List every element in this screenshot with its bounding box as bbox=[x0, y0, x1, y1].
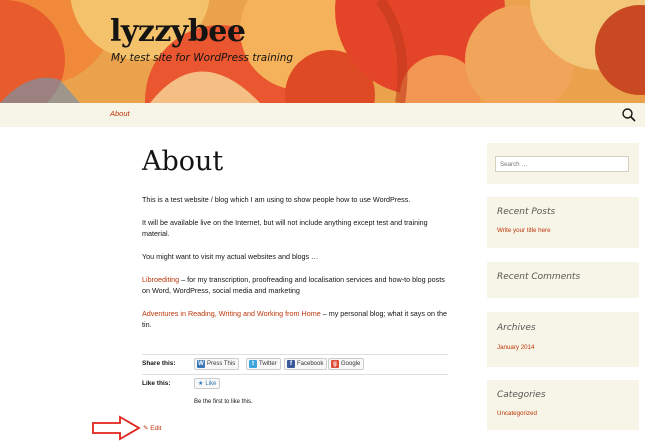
libroediting-link[interactable]: Libroediting bbox=[142, 275, 179, 284]
press-this-icon: W bbox=[197, 360, 205, 368]
paragraph-text: – for my transcription, proofreading and… bbox=[142, 275, 445, 295]
paragraph: Libroediting – for my transcription, pro… bbox=[142, 274, 452, 296]
site-header: lyzzybee My test site for WordPress trai… bbox=[0, 0, 645, 103]
category-link[interactable]: Uncategorized bbox=[497, 410, 537, 417]
categories-title: Categories bbox=[497, 390, 546, 400]
site-title[interactable]: lyzzybee bbox=[110, 14, 246, 49]
categories-widget: Categories Uncategorized bbox=[487, 380, 639, 430]
paragraph: It will be available live on the Interne… bbox=[142, 218, 428, 238]
pencil-icon: ✎ bbox=[143, 425, 149, 432]
like-button-label: Like bbox=[205, 380, 217, 387]
entry-content: This is a test website / blog which I am… bbox=[142, 194, 452, 342]
paragraph: Adventures in Reading, Writing and Worki… bbox=[142, 308, 452, 330]
twitter-button[interactable]: t Twitter bbox=[246, 358, 281, 370]
recent-comments-widget: Recent Comments bbox=[487, 262, 639, 298]
like-first-text: Be the first to like this. bbox=[194, 399, 253, 405]
recent-post-link[interactable]: Write your title here bbox=[497, 227, 551, 234]
paragraph: This is a test website / blog which I am… bbox=[142, 195, 411, 204]
share-label: Share this: bbox=[142, 360, 176, 367]
twitter-icon: t bbox=[249, 360, 257, 368]
star-icon: ★ bbox=[198, 381, 204, 387]
archives-title: Archives bbox=[497, 323, 536, 333]
main-navigation: About bbox=[0, 103, 645, 127]
twitter-label: Twitter bbox=[259, 361, 277, 367]
like-label: Like this: bbox=[142, 380, 171, 387]
edit-label: Edit bbox=[150, 425, 162, 432]
archive-link[interactable]: January 2014 bbox=[497, 344, 535, 351]
sharing-block: Share this: W Press This t Twitter f Fac… bbox=[142, 354, 448, 405]
search-widget bbox=[487, 143, 639, 184]
share-row: Share this: W Press This t Twitter f Fac… bbox=[142, 354, 448, 374]
site-description: My test site for WordPress training bbox=[111, 52, 294, 64]
header-background-image bbox=[0, 0, 645, 103]
recent-posts-widget: Recent Posts Write your title here bbox=[487, 197, 639, 248]
press-this-button[interactable]: W Press This bbox=[194, 358, 240, 370]
press-this-label: Press This bbox=[207, 361, 236, 367]
like-row: Like this: bbox=[142, 374, 448, 394]
like-button[interactable]: ★ Like bbox=[194, 378, 221, 389]
nav-item-about[interactable]: About bbox=[110, 109, 130, 118]
recent-comments-title: Recent Comments bbox=[497, 272, 581, 282]
recent-posts-title: Recent Posts bbox=[497, 207, 556, 217]
google-label: Google bbox=[341, 361, 361, 367]
search-icon[interactable] bbox=[621, 107, 637, 123]
search-input[interactable] bbox=[495, 156, 629, 172]
adventures-link[interactable]: Adventures in Reading, Writing and Worki… bbox=[142, 309, 321, 318]
red-arrow-annotation bbox=[92, 415, 141, 441]
page-title: About bbox=[142, 146, 224, 177]
facebook-button[interactable]: f Facebook bbox=[284, 358, 328, 370]
archives-widget: Archives January 2014 bbox=[487, 312, 639, 367]
google-button[interactable]: g Google bbox=[328, 358, 365, 370]
paragraph: You might want to visit my actual websit… bbox=[142, 252, 319, 261]
google-icon: g bbox=[331, 360, 339, 368]
facebook-icon: f bbox=[287, 360, 295, 368]
edit-link[interactable]: ✎ Edit bbox=[143, 424, 161, 432]
facebook-label: Facebook bbox=[297, 361, 324, 367]
